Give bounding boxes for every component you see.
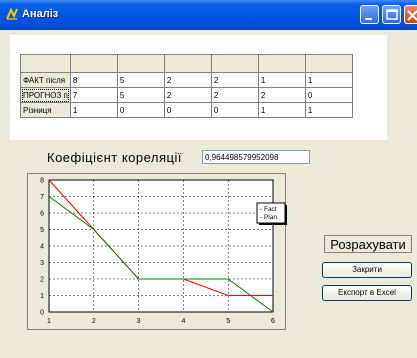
table-cell[interactable]: 1: [257, 72, 306, 88]
header-cell: [163, 54, 212, 73]
table-cell[interactable]: 2: [163, 87, 212, 103]
string-grid[interactable]: ФАКТ після 8 5 2 2 1 1 ПРОГНОЗ п 7 5 2 2…: [10, 35, 387, 140]
header-cell: [210, 54, 259, 73]
x-tick-label: 1: [47, 318, 51, 325]
y-tick-label: 6: [40, 211, 44, 218]
maximize-button[interactable]: [382, 5, 401, 24]
table-row[interactable]: ПРОГНОЗ п 7 5 2 2 2 0: [20, 87, 353, 103]
x-tick-label: 3: [137, 318, 141, 325]
client-area: ФАКТ після 8 5 2 2 1 1 ПРОГНОЗ п 7 5 2 2…: [0, 30, 417, 358]
y-tick-label: 4: [40, 244, 44, 251]
y-tick-label: 0: [40, 310, 44, 317]
row-label[interactable]: ПРОГНОЗ п: [20, 87, 71, 103]
app-icon: [6, 7, 18, 20]
export-excel-button[interactable]: Експорт в Excel: [322, 285, 412, 301]
y-tick-label: 1: [40, 293, 44, 300]
correlation-label: Коефіцієнт кореляції: [47, 150, 182, 165]
y-tick-label: 8: [40, 178, 44, 185]
table-cell[interactable]: 5: [116, 87, 165, 103]
table-cell[interactable]: 8: [69, 72, 118, 88]
row-label[interactable]: Різниця: [20, 102, 71, 118]
table-cell[interactable]: 1: [69, 102, 118, 118]
minimize-icon: [365, 18, 372, 20]
legend-entry: - Fact: [260, 206, 277, 213]
table-cell[interactable]: 2: [257, 87, 306, 103]
table-cell[interactable]: 2: [210, 87, 259, 103]
table-row[interactable]: ФАКТ після 8 5 2 2 1 1: [20, 72, 353, 88]
correlation-value-field[interactable]: 0,964498579952098: [202, 150, 310, 164]
header-cell: [20, 54, 71, 73]
legend-entry: - Plan: [260, 214, 277, 221]
header-cell: [116, 54, 165, 73]
table-cell[interactable]: 7: [69, 87, 118, 103]
close-button[interactable]: Закрити: [322, 262, 412, 278]
calculate-button[interactable]: Розрахувати: [324, 235, 412, 253]
table-cell[interactable]: 5: [116, 72, 165, 88]
table-row[interactable]: Різниця 1 0 0 0 1 1: [20, 102, 353, 118]
y-tick-label: 5: [40, 227, 44, 234]
table-cell[interactable]: 2: [163, 72, 212, 88]
table-cell[interactable]: 0: [210, 102, 259, 118]
data-table[interactable]: ФАКТ після 8 5 2 2 1 1 ПРОГНОЗ п 7 5 2 2…: [20, 54, 353, 118]
table-cell[interactable]: 1: [304, 102, 353, 118]
maximize-icon: [386, 9, 398, 20]
x-tick-label: 2: [92, 318, 96, 325]
y-tick-label: 7: [40, 194, 44, 201]
minimize-button[interactable]: [360, 5, 379, 24]
y-tick-label: 3: [40, 260, 44, 267]
title-bar[interactable]: Аналіз: [0, 0, 417, 30]
chart-panel: 012345678123456- Fact - Plan: [27, 173, 287, 330]
row-label[interactable]: ФАКТ після: [20, 72, 71, 88]
window-title: Аналіз: [22, 8, 59, 20]
x-tick-label: 5: [226, 318, 230, 325]
table-header-row: [20, 54, 353, 73]
header-cell: [69, 54, 118, 73]
table-cell[interactable]: 1: [257, 102, 306, 118]
line-chart: 0123456781 2 3 4 5 6- Fact- Plan: [40, 178, 287, 325]
header-cell: [257, 54, 306, 73]
table-cell[interactable]: 1: [304, 72, 353, 88]
table-cell[interactable]: 0: [304, 87, 353, 103]
close-window-button[interactable]: [404, 5, 417, 24]
table-cell[interactable]: 2: [210, 72, 259, 88]
table-cell[interactable]: 0: [163, 102, 212, 118]
close-icon: [407, 10, 417, 21]
x-tick-label: 6: [271, 318, 275, 325]
y-tick-label: 2: [40, 277, 44, 284]
header-cell: [304, 54, 353, 73]
table-cell[interactable]: 0: [116, 102, 165, 118]
x-tick-label: 4: [181, 318, 185, 325]
